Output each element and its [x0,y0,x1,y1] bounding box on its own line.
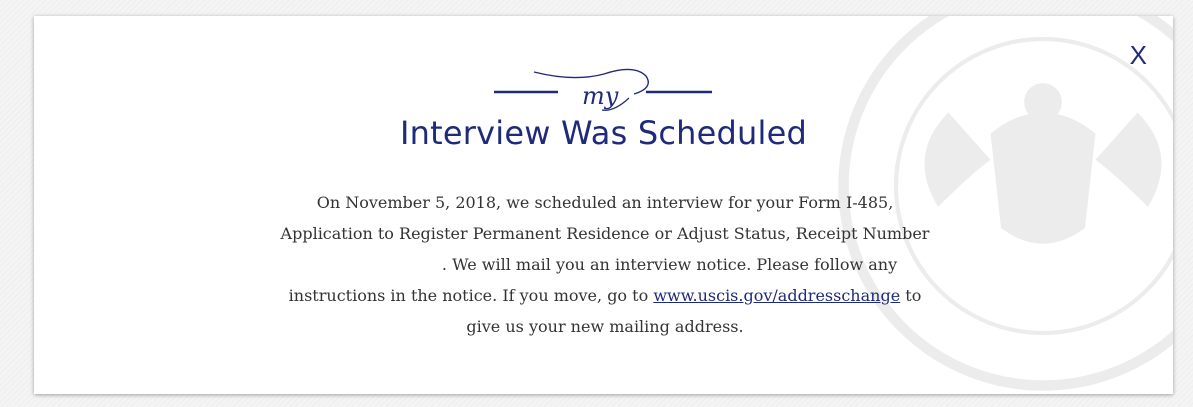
message-intro: On November 5, 2018, we scheduled an int… [280,193,930,243]
page-title: Interview Was Scheduled [400,114,807,152]
address-change-link[interactable]: www.uscis.gov/addresschange [653,286,900,305]
my-logo-text: my [582,82,619,110]
interview-message: On November 5, 2018, we scheduled an int… [270,187,940,342]
interview-modal: X my Interview Was Scheduled On November… [34,16,1173,394]
close-button[interactable]: X [1130,42,1147,68]
my-logo: my [494,68,712,111]
